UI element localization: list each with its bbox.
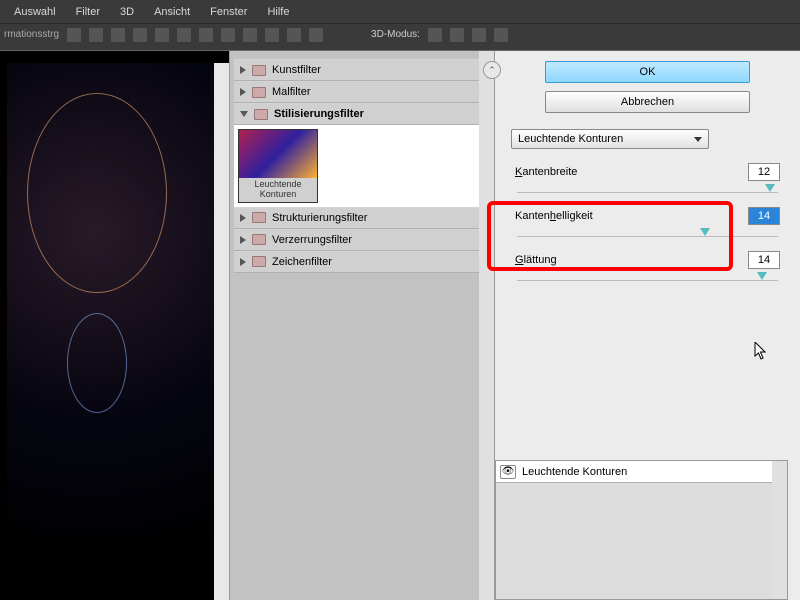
tree-kunstfilter[interactable]: Kunstfilter — [234, 59, 490, 81]
thumb-image — [239, 130, 317, 178]
chevron-right-icon — [240, 258, 246, 266]
cancel-button[interactable]: Abbrechen — [545, 91, 750, 113]
tree-strukturierungsfilter[interactable]: Strukturierungsfilter — [234, 207, 490, 229]
folder-icon — [252, 87, 266, 98]
preview-panel — [0, 51, 230, 600]
folder-icon — [252, 65, 266, 76]
filter-select-dropdown[interactable]: Leuchtende Konturen — [511, 129, 709, 149]
folder-icon — [254, 109, 268, 120]
visibility-eye-icon[interactable]: 👁 — [500, 465, 516, 479]
slider-handle[interactable] — [757, 272, 767, 280]
options-bar: rmationsstrg 3D-Modus: — [0, 23, 800, 45]
tree-label: Verzerrungsfilter — [272, 234, 352, 246]
filter-thumbnails: Leuchtende Konturen — [234, 125, 490, 207]
chevron-right-icon — [240, 88, 246, 96]
applied-filter-title: Leuchtende Konturen — [522, 466, 627, 478]
param-value-input[interactable] — [748, 251, 780, 269]
menu-ansicht[interactable]: Ansicht — [144, 3, 200, 21]
thumb-leuchtende-konturen[interactable]: Leuchtende Konturen — [238, 129, 318, 203]
param-value-input[interactable] — [748, 163, 780, 181]
preview-scrollbar[interactable] — [214, 63, 229, 600]
folder-icon — [252, 234, 266, 245]
annotation-highlight — [487, 201, 733, 271]
menu-fenster[interactable]: Fenster — [200, 3, 257, 21]
filter-controls-panel: ⌃ OK Abbrechen Leuchtende Konturen Kante… — [495, 51, 800, 600]
tree-label: Stilisierungsfilter — [274, 108, 364, 120]
folder-icon — [252, 212, 266, 223]
param-label: Kantenbreite — [515, 166, 577, 178]
tree-malfilter[interactable]: Malfilter — [234, 81, 490, 103]
menu-auswahl[interactable]: Auswahl — [4, 3, 66, 21]
dropdown-label: Leuchtende Konturen — [518, 133, 623, 145]
tree-scrollbar[interactable] — [479, 51, 494, 600]
param-value-input[interactable] — [748, 207, 780, 225]
preview-image — [7, 63, 222, 543]
tree-stilisierungsfilter[interactable]: Stilisierungsfilter — [234, 103, 490, 125]
applied-filter-row[interactable]: 👁 Leuchtende Konturen — [496, 461, 787, 483]
param-kantenbreite: Kantenbreite — [507, 161, 788, 183]
slider-handle[interactable] — [765, 184, 775, 192]
folder-icon — [252, 256, 266, 267]
filter-gallery-dialog: Kunstfilter Malfilter Stilisierungsfilte… — [0, 50, 800, 600]
collapse-toggle[interactable]: ⌃ — [483, 61, 501, 79]
chevron-right-icon — [240, 214, 246, 222]
chevron-right-icon — [240, 236, 246, 244]
tree-label: Strukturierungsfilter — [272, 212, 367, 224]
toolbar-3d-label: 3D-Modus: — [371, 29, 420, 40]
tree-zeichenfilter[interactable]: Zeichenfilter — [234, 251, 490, 273]
menu-hilfe[interactable]: Hilfe — [257, 3, 299, 21]
menu-filter[interactable]: Filter — [66, 3, 110, 21]
filter-tree-panel: Kunstfilter Malfilter Stilisierungsfilte… — [230, 51, 495, 600]
applied-scrollbar[interactable] — [772, 461, 787, 599]
slider-kantenbreite[interactable] — [517, 187, 778, 193]
chevron-right-icon — [240, 66, 246, 74]
tree-label: Kunstfilter — [272, 64, 321, 76]
slider-glaettung[interactable] — [517, 275, 778, 281]
tree-label: Malfilter — [272, 86, 311, 98]
tree-label: Zeichenfilter — [272, 256, 332, 268]
tree-verzerrungsfilter[interactable]: Verzerrungsfilter — [234, 229, 490, 251]
chevron-down-icon — [694, 137, 702, 142]
chevron-down-icon — [240, 111, 248, 117]
menu-3d[interactable]: 3D — [110, 3, 144, 21]
ok-button[interactable]: OK — [545, 61, 750, 83]
thumb-caption: Leuchtende Konturen — [239, 178, 317, 202]
menubar: Auswahl Filter 3D Ansicht Fenster Hilfe — [0, 0, 800, 23]
applied-filters-panel: 👁 Leuchtende Konturen — [495, 460, 788, 600]
